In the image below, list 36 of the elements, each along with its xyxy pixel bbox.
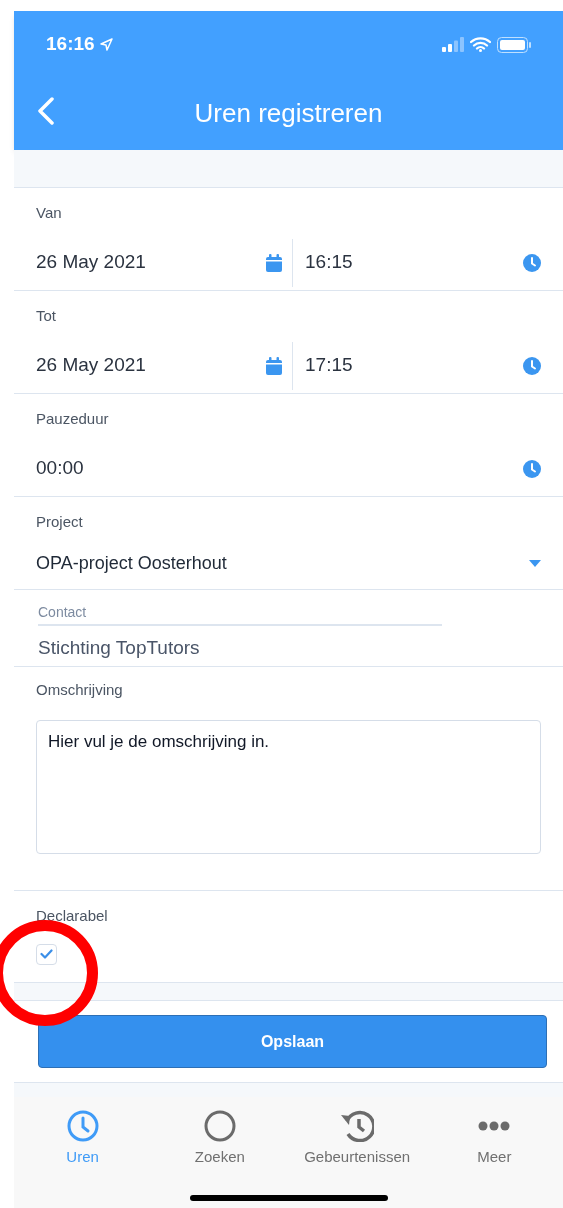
checkbox[interactable] <box>36 943 57 965</box>
location-icon <box>99 38 113 51</box>
tab-item[interactable]: Zoeken <box>151 1109 289 1169</box>
signal-icon <box>442 37 464 52</box>
clock-icon[interactable] <box>523 253 541 272</box>
field-label: Omschrijving <box>36 680 124 700</box>
time-field[interactable]: 16:15 <box>293 238 541 287</box>
caret-icon <box>529 560 541 567</box>
field-label: Van <box>36 203 63 223</box>
more-icon <box>478 1121 511 1131</box>
wifi-icon <box>470 37 491 52</box>
clock-icon[interactable] <box>523 459 541 478</box>
description-field[interactable]: Hier vul je de omschrijving in. <box>36 719 541 854</box>
date-field[interactable]: 26 May 2021 <box>36 341 293 390</box>
calendar-icon[interactable] <box>266 253 282 272</box>
field-label: Contact <box>38 604 87 620</box>
date-field[interactable]: 26 May 2021 <box>36 238 293 287</box>
field-label: Pauzeduur <box>36 409 110 429</box>
contact-value: Stichting TopTutors <box>38 636 201 660</box>
tab-item[interactable]: Meer <box>425 1109 563 1169</box>
tab-item[interactable]: Gebeurtenissen <box>288 1109 426 1169</box>
circle-icon <box>203 1110 236 1142</box>
time-field[interactable]: 17:15 <box>293 341 541 390</box>
status-time: 16:16 <box>46 32 95 57</box>
project-dropdown[interactable]: OPA-project Oosterhout <box>36 543 541 584</box>
clock-icon <box>66 1110 99 1142</box>
checkmark-icon <box>40 949 53 959</box>
field-label: Declarabel <box>36 906 109 926</box>
history-icon <box>340 1110 375 1142</box>
time-field[interactable]: 00:00 <box>36 444 541 493</box>
field-label: Project <box>36 512 84 532</box>
clock-icon[interactable] <box>523 356 541 375</box>
field-label: Tot <box>36 306 57 326</box>
page-title: Uren registreren <box>194 96 383 130</box>
battery-icon <box>497 36 531 53</box>
calendar-icon[interactable] <box>266 356 282 375</box>
